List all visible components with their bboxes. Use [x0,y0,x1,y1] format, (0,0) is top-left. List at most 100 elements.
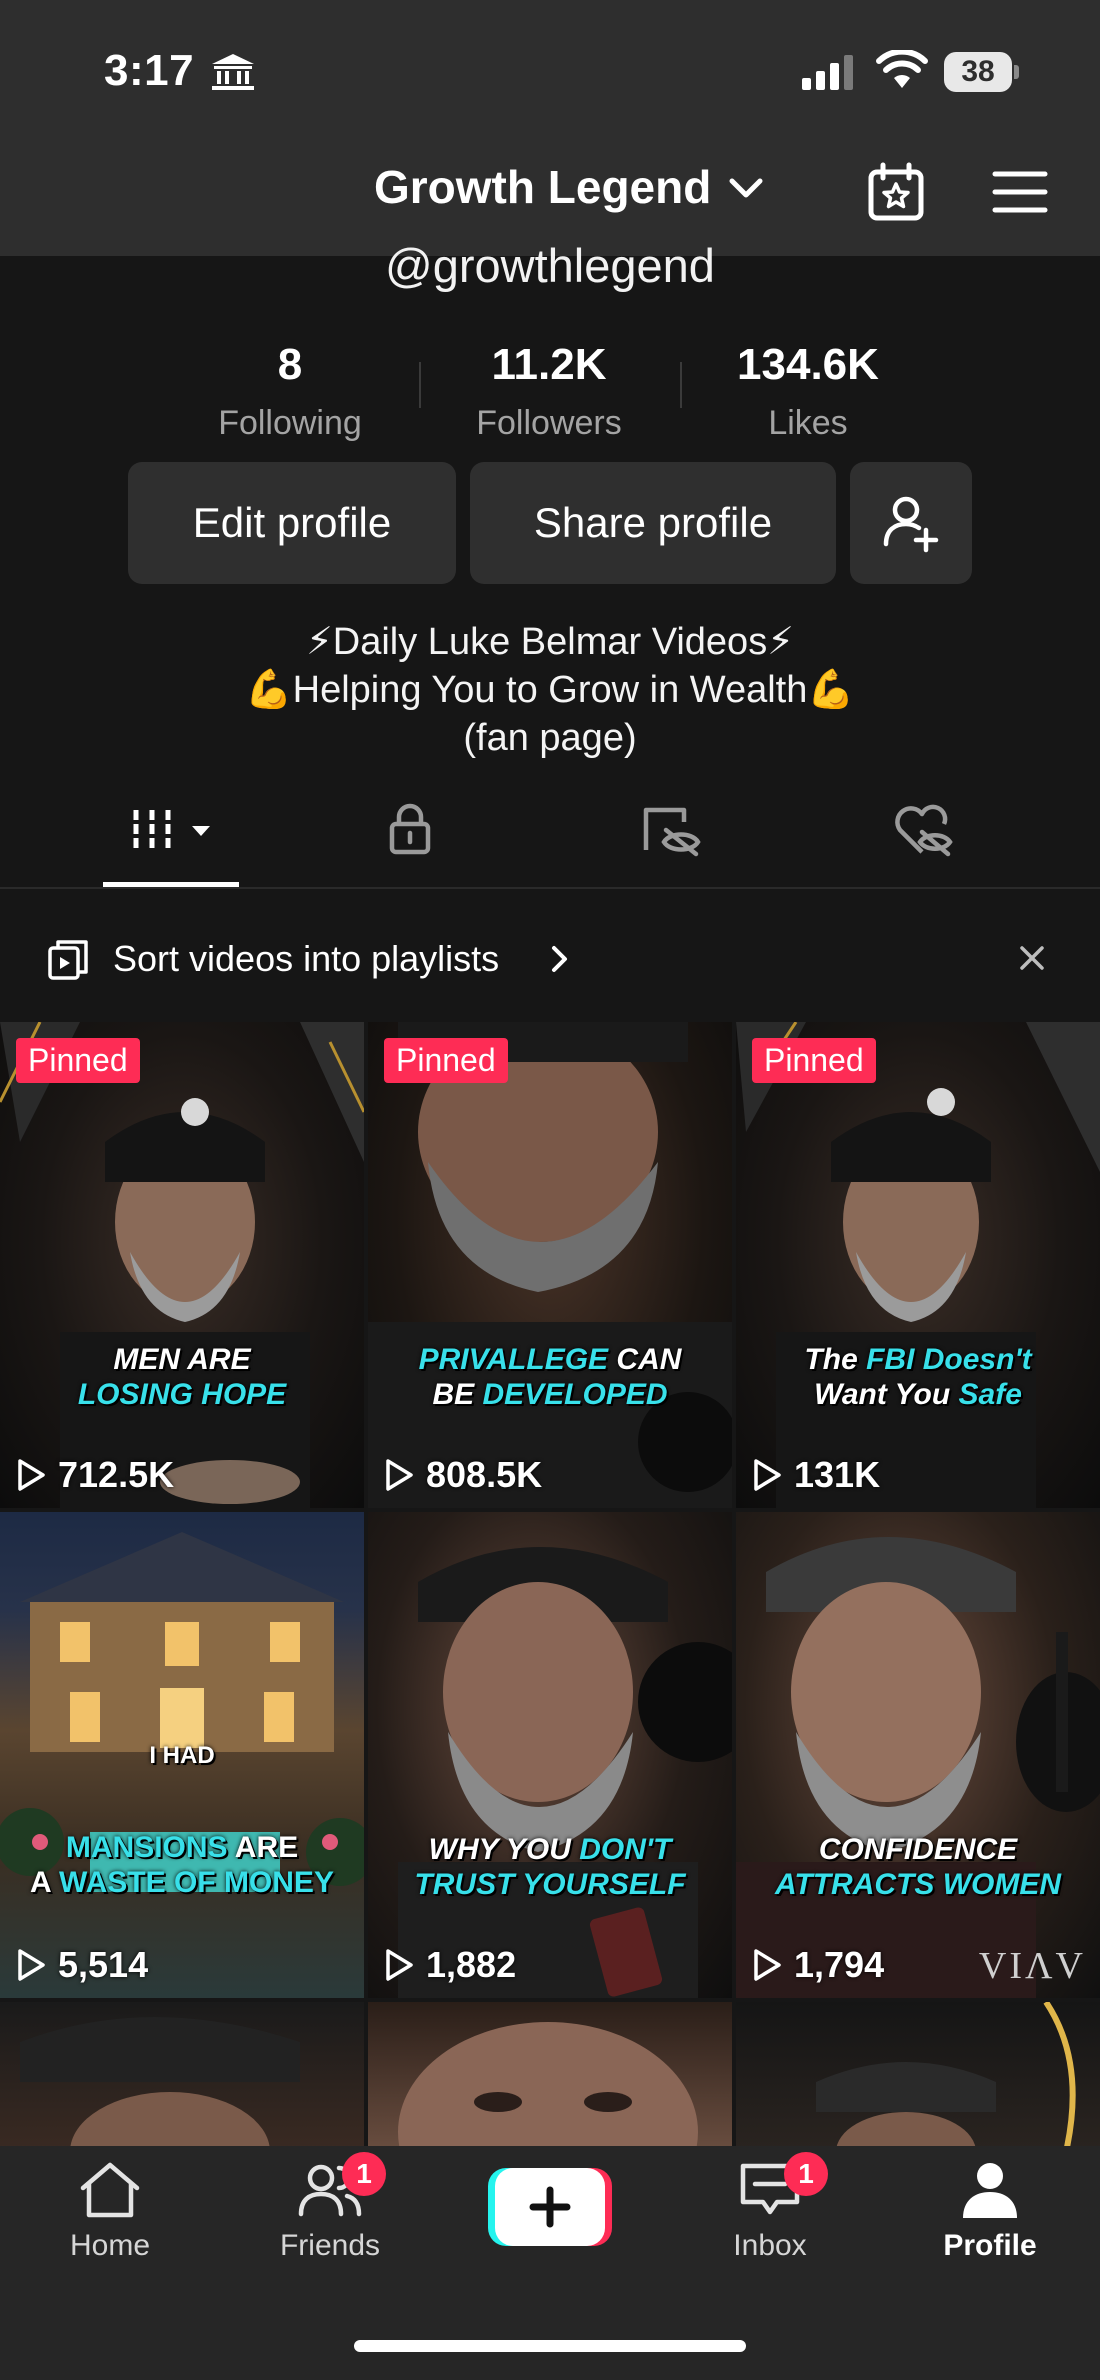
battery-level: 38 [944,52,1012,92]
stat-followers[interactable]: 11.2K Followers [429,340,669,443]
video-caption: MEN ARE LOSING HOPE [0,1342,364,1412]
pinned-badge: Pinned [16,1038,140,1083]
caption-highlight: PRIVALLEGE [418,1343,609,1376]
tab-reposts-hidden[interactable] [640,800,780,868]
view-count: 1,794 [752,1944,884,1986]
caption-text: MEN ARE [113,1343,251,1376]
calendar-star-icon[interactable] [866,162,926,222]
pinned-badge: Pinned [384,1038,508,1083]
play-icon [386,1459,413,1491]
stat-following[interactable]: 8 Following [170,340,410,443]
stat-likes[interactable]: 134.6K Likes [688,340,928,443]
play-icon [754,1949,781,1981]
caption-highlight: Safe [958,1378,1022,1411]
pinned-badge: Pinned [752,1038,876,1083]
tab-friends[interactable]: Friends [250,2160,410,2263]
caption-highlight: ATTRACTS WOMEN [774,1868,1062,1901]
username-handle: @growthlegend [385,239,715,292]
video-thumbnail[interactable] [736,2002,1100,2146]
video-thumbnail[interactable]: WHY YOU DON'T TRUST YOURSELF 1,882 [368,1512,732,1998]
view-count: 808.5K [384,1454,542,1496]
heart-hidden-icon [895,804,953,857]
close-icon[interactable] [1018,944,1046,972]
play-icon [386,1949,413,1981]
share-profile-button[interactable]: Share profile [470,462,836,584]
eye-off-icon [643,807,701,857]
playlist-icon [48,940,88,980]
video-caption: The FBI Doesn't Want You Safe [736,1342,1100,1412]
bank-icon [212,54,254,90]
thumbnail-art [398,1547,732,1998]
account-name[interactable]: Growth Legend [374,160,711,214]
following-label: Following [218,404,362,442]
thumbnail-art [736,1537,1100,1998]
view-count: 131K [752,1454,880,1496]
edit-profile-button[interactable]: Edit profile [128,462,456,584]
tab-liked-hidden[interactable] [892,800,1032,868]
caption-highlight: DEVELOPED [482,1378,668,1411]
caption-text: CONFIDENCE [818,1833,1018,1866]
caption-highlight: MANSIONS [65,1831,228,1864]
thumbnail-art [736,1022,1100,1508]
video-thumbnail[interactable]: CONFIDENCE ATTRACTS WOMEN 1,794 VIΛV [736,1512,1100,1998]
bio-line: (fan page) [463,717,637,759]
caption-text: ARE [227,1831,299,1864]
thumbnail-art [368,1022,732,1508]
profile-icon [963,2163,1017,2218]
caption-text: The [804,1343,867,1376]
play-icon [754,1459,781,1491]
tab-videos[interactable] [100,800,240,868]
tab-profile-label: Profile [943,2229,1037,2262]
video-thumbnail[interactable]: Pinned The FBI Doesn't Want You Safe 131… [736,1022,1100,1508]
battery-indicator: 38 [944,52,1020,92]
bio-line: ⚡Daily Luke Belmar Videos⚡ [306,621,794,663]
wifi-icon [876,50,928,88]
view-count-value: 5,514 [58,1944,149,1985]
add-user-icon [883,496,939,553]
playlist-banner-text[interactable]: Sort videos into playlists [113,938,499,980]
video-thumbnail[interactable]: Pinned PRIVALLEGE CAN BE DEVELOPED 808.5… [368,1022,732,1508]
view-count-value: 131K [794,1454,881,1495]
tab-inbox-label: Inbox [733,2229,807,2262]
tab-home[interactable]: Home [30,2160,190,2263]
home-icon [80,2162,140,2218]
home-indicator [354,2340,746,2352]
create-button[interactable] [488,2168,612,2246]
play-icon [18,1459,45,1491]
tab-profile[interactable]: Profile [910,2160,1070,2263]
view-count: 712.5K [16,1454,174,1496]
tab-friends-label: Friends [279,2229,381,2262]
chevron-right-icon[interactable] [550,944,570,974]
video-caption: CONFIDENCE ATTRACTS WOMEN [736,1832,1100,1902]
tab-home-label: Home [69,2229,151,2262]
add-friend-button[interactable] [850,462,972,584]
menu-icon[interactable] [992,170,1048,214]
caption-text: BE [432,1378,483,1411]
inbox-badge: 1 [784,2152,828,2196]
friends-badge: 1 [342,2152,386,2196]
caption-text: CAN [608,1343,682,1376]
view-count-value: 808.5K [426,1454,543,1495]
video-grid: Pinned MEN ARE LOSING HOPE 712.5K Pinned… [0,1022,1100,2146]
stat-divider [680,362,682,408]
view-count-value: 1,794 [794,1944,885,1985]
thumbnail-art [398,2022,698,2146]
view-count: 5,514 [16,1944,148,1986]
caption-highlight: WASTE OF MONEY [58,1866,334,1899]
caption-highlight: FBI Doesn't [866,1343,1032,1376]
caption-text: Want You [814,1378,959,1411]
chevron-down-icon[interactable] [728,176,764,200]
video-thumbnail[interactable] [0,2002,364,2146]
thumbnail-art [0,1022,364,1508]
view-count-value: 712.5K [58,1454,175,1495]
tab-private[interactable] [380,800,520,868]
caption-highlight: DON'T [579,1833,672,1866]
bio-line: 💪Helping You to Grow in Wealth💪 [245,669,855,711]
video-thumbnail[interactable] [368,2002,732,2146]
grid-icon [133,810,210,848]
video-thumbnail[interactable]: I HAD MANSIONS ARE A WASTE OF MONEY 5,51… [0,1512,364,1998]
caption-highlight: TRUST YOURSELF [414,1868,686,1901]
video-thumbnail[interactable]: Pinned MEN ARE LOSING HOPE 712.5K [0,1022,364,1508]
lock-icon [389,803,431,855]
watermark: VIΛV [978,1945,1086,1987]
